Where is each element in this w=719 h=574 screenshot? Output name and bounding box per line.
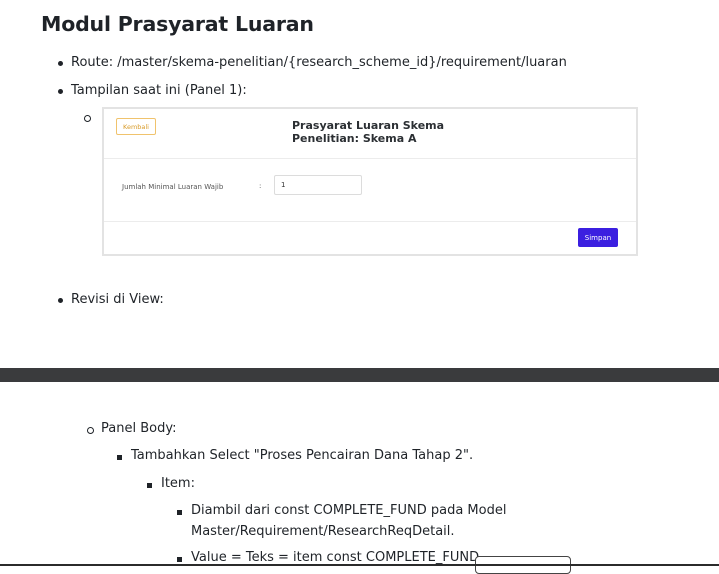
min-output-label: Jumlah Minimal Luaran Wajib (122, 183, 224, 191)
square-bullet-marker (177, 557, 182, 562)
panel-title: Prasyarat Luaran Skema Penelitian: Skema… (292, 119, 492, 145)
sub-bullet-marker (84, 115, 91, 122)
value-text: Value = Teks = item const COMPLETE_FUND. (191, 550, 484, 565)
panel-title-line1: Prasyarat Luaran Skema (292, 119, 445, 132)
panel-preview: Kembali Prasyarat Luaran Skema Penelitia… (102, 107, 638, 256)
source-text-line2: Master/Requirement/ResearchReqDetail. (191, 524, 455, 539)
current-view-text: Tampilan saat ini (Panel 1): (71, 83, 247, 98)
field-colon: : (259, 182, 262, 190)
panel-footer-divider (104, 221, 636, 222)
sub-bullet-marker (87, 427, 94, 434)
square-bullet-marker (117, 455, 122, 460)
route-text: Route: /master/skema-penelitian/{researc… (71, 55, 567, 70)
save-button[interactable]: Simpan (578, 228, 618, 247)
source-text-line1: Diambil dari const COMPLETE_FUND pada Mo… (191, 503, 507, 518)
panel-title-line2: Penelitian: Skema A (292, 132, 417, 145)
page-separator (0, 368, 719, 382)
bullet-marker (58, 298, 63, 303)
square-bullet-marker (177, 510, 182, 515)
panel-header: Kembali Prasyarat Luaran Skema Penelitia… (104, 109, 636, 159)
square-bullet-marker (147, 483, 152, 488)
bullet-marker (58, 89, 63, 94)
page-title: Modul Prasyarat Luaran (41, 12, 314, 36)
revision-text: Revisi di View: (71, 292, 164, 307)
bullet-marker (58, 61, 63, 66)
add-select-text: Tambahkan Select "Proses Pencairan Dana … (131, 448, 474, 463)
back-button[interactable]: Kembali (116, 118, 156, 135)
item-text: Item: (161, 476, 195, 491)
min-output-input[interactable] (274, 175, 362, 195)
panel-body-text: Panel Body: (101, 421, 177, 436)
